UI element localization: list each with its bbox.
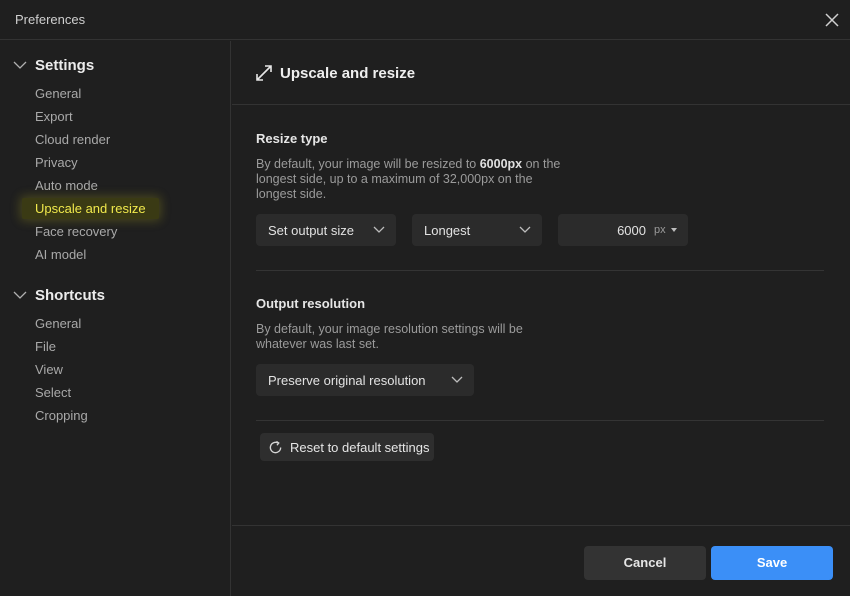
sidebar-group-label: Settings <box>35 57 95 74</box>
sidebar: Settings General Export Cloud render Pri… <box>0 41 231 596</box>
title-bar: Preferences <box>0 0 850 40</box>
sidebar-item-shortcuts-general[interactable]: General <box>22 313 94 334</box>
unit-label: px <box>654 224 666 236</box>
reset-icon <box>269 440 282 454</box>
section-divider <box>256 420 824 421</box>
reset-defaults-button[interactable]: Reset to default settings <box>260 433 434 461</box>
save-button[interactable]: Save <box>711 546 833 580</box>
desc-emphasis: 6000px <box>479 157 523 171</box>
expand-arrows-icon <box>256 65 272 81</box>
resize-side-value: Longest <box>424 223 471 238</box>
reset-label: Reset to default settings <box>290 440 430 455</box>
sidebar-item-general[interactable]: General <box>22 83 94 104</box>
output-resolution-description: By default, your image resolution settin… <box>256 322 523 351</box>
panel-header: Upscale and resize <box>232 41 850 105</box>
sidebar-item-upscale-and-resize[interactable]: Upscale and resize <box>22 198 159 219</box>
resize-type-heading: Resize type <box>256 131 328 146</box>
resize-side-select[interactable]: Longest <box>412 214 542 246</box>
footer-divider <box>232 525 850 526</box>
chevron-down-icon <box>13 61 27 69</box>
cancel-button[interactable]: Cancel <box>584 546 706 580</box>
sidebar-item-auto-mode[interactable]: Auto mode <box>22 175 111 196</box>
sidebar-item-file[interactable]: File <box>22 336 69 357</box>
section-divider <box>256 270 824 271</box>
desc-text: By default, your image will be resized t… <box>256 157 480 171</box>
sidebar-item-cropping[interactable]: Cropping <box>22 405 101 426</box>
output-size-field[interactable]: 6000 px <box>558 214 688 246</box>
chevron-down-icon <box>13 291 27 299</box>
resize-mode-value: Set output size <box>268 223 354 238</box>
chevron-down-icon <box>451 376 463 383</box>
sidebar-item-export[interactable]: Export <box>22 106 86 127</box>
sidebar-item-ai-model[interactable]: AI model <box>22 244 99 265</box>
sidebar-item-select[interactable]: Select <box>22 382 84 403</box>
chevron-down-icon <box>373 226 385 233</box>
sidebar-group-label: Shortcuts <box>35 287 106 304</box>
resolution-select[interactable]: Preserve original resolution <box>256 364 474 396</box>
sidebar-item-privacy[interactable]: Privacy <box>22 152 91 173</box>
close-icon[interactable] <box>823 11 841 29</box>
resize-mode-select[interactable]: Set output size <box>256 214 396 246</box>
sidebar-item-view[interactable]: View <box>22 359 76 380</box>
main-panel: Upscale and resize Resize type By defaul… <box>232 41 850 596</box>
output-resolution-heading: Output resolution <box>256 296 366 311</box>
chevron-down-icon <box>519 226 531 233</box>
unit-dropdown-icon[interactable] <box>671 228 677 232</box>
sidebar-item-cloud-render[interactable]: Cloud render <box>22 129 123 150</box>
resize-type-description: By default, your image will be resized t… <box>256 157 566 202</box>
window-title: Preferences <box>15 12 86 27</box>
resolution-value: Preserve original resolution <box>268 373 426 388</box>
page-title: Upscale and resize <box>280 65 416 82</box>
sidebar-item-face-recovery[interactable]: Face recovery <box>22 221 130 242</box>
output-size-value: 6000 <box>617 223 646 238</box>
